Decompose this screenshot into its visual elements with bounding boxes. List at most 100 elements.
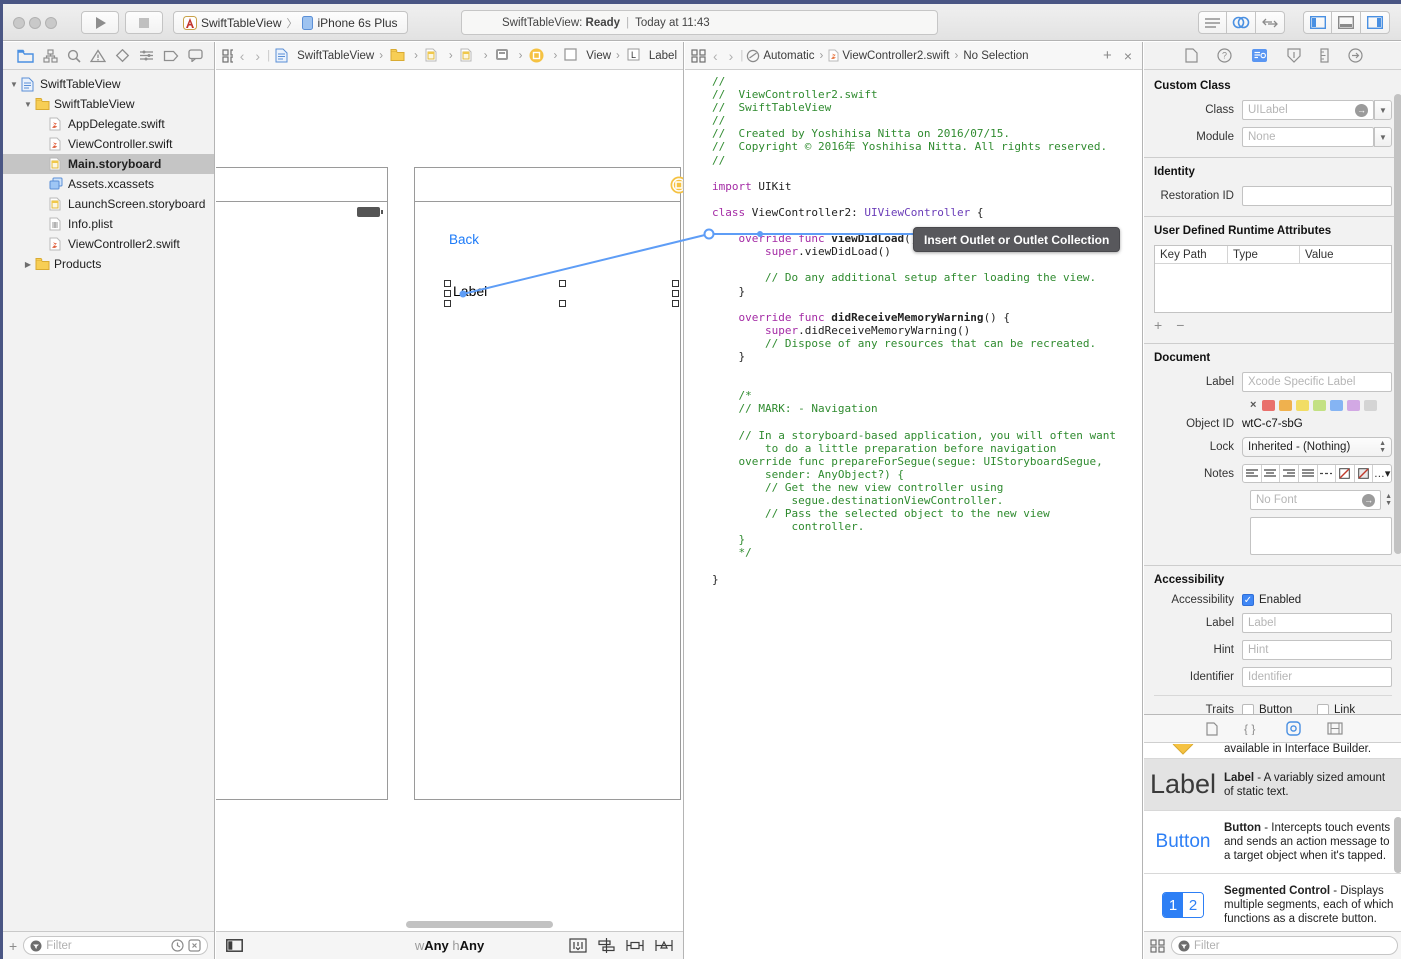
library-filter-field[interactable]: Filter (1171, 936, 1398, 955)
color-swatch[interactable] (1313, 400, 1326, 411)
color-swatch[interactable] (1262, 400, 1275, 411)
color-swatch[interactable] (1279, 400, 1292, 411)
related-items-icon[interactable] (691, 49, 706, 63)
code-snippet-library-icon[interactable]: { } (1244, 722, 1260, 735)
a11y-hint-field[interactable]: Hint (1242, 640, 1392, 660)
class-field[interactable]: UILabel → ▼ (1242, 100, 1374, 120)
close-assistant-editor-button[interactable]: × (1124, 48, 1132, 64)
version-editor-button[interactable] (1256, 11, 1285, 34)
debug-area-toggle-button[interactable] (1332, 11, 1361, 34)
a11y-identifier-field[interactable]: Identifier (1242, 667, 1392, 687)
selection-handle[interactable] (559, 300, 566, 307)
back-history-button[interactable]: ‹ (709, 48, 722, 64)
forward-history-button[interactable]: › (725, 48, 738, 64)
source-control-status-icon[interactable] (188, 939, 201, 952)
jumpbar-selection[interactable]: No Selection (963, 50, 1028, 62)
color-swatch[interactable] (1347, 400, 1360, 411)
close-window-button[interactable] (13, 17, 25, 29)
module-field[interactable]: None ▼ (1242, 127, 1374, 147)
file-row-viewcontroller2-swift[interactable]: ViewController2.swift (3, 234, 214, 254)
code-editor[interactable]: //// ViewController2.swift// SwiftTableV… (685, 70, 1142, 959)
jumpbar-mode[interactable]: Automatic (763, 50, 814, 62)
module-combo-chevron[interactable]: ▼ (1374, 127, 1392, 147)
selection-handle[interactable] (672, 300, 679, 307)
attributes-inspector-tab-icon[interactable] (1287, 48, 1301, 63)
breadcrumb-item[interactable] (388, 48, 409, 63)
color-swatch[interactable] (1296, 400, 1309, 411)
stop-button[interactable] (125, 11, 163, 34)
more-options-icon[interactable]: …▾ (1373, 465, 1391, 482)
add-assistant-editor-button[interactable]: + (1103, 47, 1112, 64)
breakpoint-navigator-icon[interactable] (163, 50, 179, 62)
restoration-id-field[interactable] (1242, 186, 1392, 206)
align-center-icon[interactable] (1262, 465, 1281, 482)
standard-editor-button[interactable] (1198, 11, 1227, 34)
inspector-scrollbar[interactable] (1394, 94, 1401, 554)
file-row-swifttableview[interactable]: ▼SwiftTableView (3, 94, 214, 114)
navigator-toggle-button[interactable] (1303, 11, 1332, 34)
accessibility-enabled-checkbox[interactable]: ✓ (1242, 594, 1254, 606)
file-row-main-storyboard[interactable]: Main.storyboard (3, 154, 214, 174)
runtime-attributes-table[interactable]: Key Path Type Value (1154, 245, 1392, 313)
canvas-horizontal-scrollbar[interactable] (406, 921, 553, 928)
back-button[interactable]: Back (449, 232, 479, 247)
library-item-segmented-control[interactable]: 12Segmented Control - Displays multiple … (1144, 874, 1401, 931)
add-attribute-button[interactable]: + (1154, 317, 1162, 333)
size-inspector-tab-icon[interactable] (1320, 48, 1329, 63)
breadcrumb-item[interactable]: LLabel (625, 48, 677, 63)
view-controller-2[interactable]: Back Label (414, 167, 681, 800)
file-row-swifttableview[interactable]: ▼SwiftTableView (3, 74, 214, 94)
a11y-label-field[interactable]: Label (1242, 613, 1392, 633)
align-button-icon[interactable] (598, 938, 615, 953)
selection-handle[interactable] (444, 300, 451, 307)
selection-handle[interactable] (559, 280, 566, 287)
align-justify-icon[interactable] (1299, 465, 1318, 482)
library-item-partial[interactable]: available in Interface Builder. (1144, 743, 1401, 759)
file-row-viewcontroller-swift[interactable]: ViewController.swift (3, 134, 214, 154)
project-navigator-icon[interactable] (17, 49, 34, 63)
object-library-icon[interactable] (1286, 721, 1301, 736)
connections-inspector-tab-icon[interactable] (1348, 48, 1363, 63)
back-history-button[interactable]: ‹ (236, 48, 249, 64)
font-size-stepper[interactable]: ▲▼ (1385, 493, 1392, 507)
scheme-selector[interactable]: SwiftTableView 〉 iPhone 6s Plus (173, 11, 408, 34)
file-template-library-icon[interactable] (1206, 722, 1218, 736)
forward-history-button[interactable]: › (251, 48, 264, 64)
file-row-assets-xcassets[interactable]: Assets.xcassets (3, 174, 214, 194)
assistant-editor-button[interactable] (1227, 11, 1256, 34)
lock-popup[interactable]: Inherited - (Nothing) ▲▼ (1242, 437, 1392, 457)
dashes-icon[interactable] (1318, 465, 1337, 482)
breadcrumb-item[interactable]: View (562, 48, 611, 63)
library-item-label[interactable]: LabelLabel - A variably sized amount of … (1144, 759, 1401, 811)
no-color-swatch[interactable]: × (1250, 399, 1256, 411)
selection-handle[interactable] (672, 280, 679, 287)
selection-handle[interactable] (444, 290, 451, 297)
checkbox[interactable] (1242, 704, 1254, 714)
jump-to-class-icon[interactable]: → (1355, 104, 1368, 117)
pin-button-icon[interactable] (626, 939, 644, 952)
breadcrumb-item[interactable] (527, 48, 548, 63)
document-outline-toggle-icon[interactable] (226, 939, 243, 952)
font-panel-icon[interactable]: → (1362, 494, 1375, 507)
inspector-toggle-button[interactable] (1361, 11, 1390, 34)
run-button[interactable] (81, 11, 119, 34)
no-fill-icon[interactable] (1355, 465, 1374, 482)
class-combo-chevron[interactable]: ▼ (1374, 100, 1392, 120)
related-items-icon[interactable] (222, 49, 233, 63)
recent-files-icon[interactable] (171, 939, 184, 952)
stack-button-icon[interactable] (569, 938, 587, 953)
font-field[interactable]: No Font → (1250, 490, 1381, 510)
file-inspector-tab-icon[interactable] (1185, 48, 1198, 63)
report-navigator-icon[interactable] (188, 49, 203, 62)
storyboard-label[interactable]: Label (453, 283, 487, 299)
library-scrollbar[interactable] (1394, 817, 1401, 873)
jumpbar-file[interactable]: ViewController2.swift (842, 50, 949, 62)
zoom-window-button[interactable] (45, 17, 57, 29)
view-controller-1[interactable] (216, 167, 388, 800)
file-row-launchscreen-storyboard[interactable]: LaunchScreen.storyboard (3, 194, 214, 214)
disclosure-triangle-icon[interactable]: ▶ (23, 260, 33, 269)
issue-navigator-icon[interactable] (90, 49, 106, 63)
identity-inspector-tab-icon[interactable] (1251, 48, 1268, 63)
storyboard-canvas[interactable]: Back Label (216, 70, 683, 931)
help-inspector-tab-icon[interactable]: ? (1217, 48, 1232, 63)
